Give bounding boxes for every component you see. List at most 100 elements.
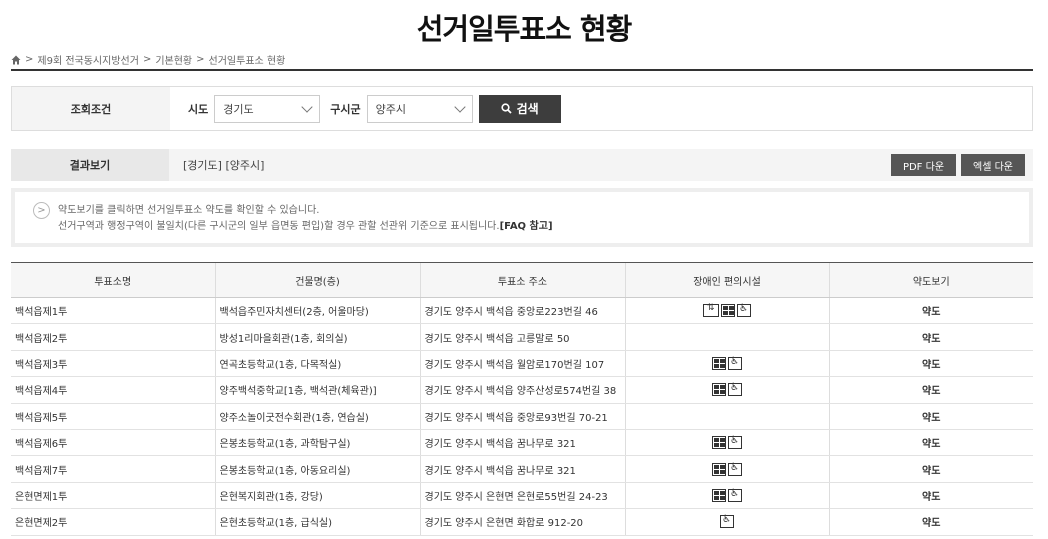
header-facilities: 장애인 편의시설 (624, 262, 829, 298)
facilities-cell (624, 508, 829, 536)
station-name-cell: 백석읍제6투 (11, 429, 215, 457)
search-icon (500, 103, 512, 114)
wheelchair-icon (728, 488, 742, 502)
station-name-cell: 백석읍제7투 (11, 455, 215, 483)
table-header-row: 투표소명 건물명(층) 투표소 주소 장애인 편의시설 약도보기 (11, 262, 1033, 298)
header-station-name: 투표소명 (11, 262, 215, 298)
search-button[interactable]: 검색 (478, 94, 561, 123)
breadcrumb: > 제9회 전국동시지방선거 > 기본현황 > 선거일투표소 현황 (11, 52, 285, 67)
title-divider (11, 69, 1033, 71)
address-cell: 경기도 양주시 백석읍 중앙로223번길 46 (419, 297, 625, 325)
building-cell: 방성1리마을회관(1층, 회의실) (214, 323, 420, 351)
map-link[interactable]: 약도 (828, 323, 1033, 351)
station-name-cell: 백석읍제1투 (11, 297, 215, 325)
polling-station-table: 투표소명 건물명(층) 투표소 주소 장애인 편의시설 약도보기 백석읍제1투 백… (11, 262, 1033, 536)
wheelchair-icon (737, 303, 751, 318)
grid-icon (712, 383, 726, 397)
result-filter-text: [경기도] [양주시] (183, 159, 265, 172)
building-cell: 연곡초등학교(1층, 다목적실) (214, 350, 420, 378)
building-cell: 은현복지회관(1층, 강당) (214, 482, 420, 510)
header-address: 투표소 주소 (419, 262, 625, 298)
elevator-icon (703, 303, 719, 318)
station-name-cell: 백석읍제5투 (11, 403, 215, 430)
sido-label: 시도 (188, 102, 209, 116)
address-cell: 경기도 양주시 백석읍 양주산성로574번길 38 (419, 376, 625, 404)
wheelchair-icon (720, 514, 734, 529)
chevron-down-icon (301, 100, 313, 113)
station-name-cell: 백석읍제4투 (11, 376, 215, 404)
address-cell: 경기도 양주시 백석읍 꿈나무로 321 (419, 455, 625, 483)
pdf-download-button[interactable]: PDF 다운 (890, 154, 957, 176)
header-building: 건물명(층) (214, 262, 420, 298)
station-name-cell: 은현면제1투 (11, 482, 215, 510)
address-cell: 경기도 양주시 백석읍 고릉말로 50 (419, 323, 625, 351)
facilities-cell (624, 297, 829, 325)
table-row: 백석읍제3투 연곡초등학교(1층, 다목적실) 경기도 양주시 백석읍 월암로170… (11, 350, 1033, 378)
notice-line-2: 선거구역과 행정구역이 불일치(다른 구시군의 일부 읍면동 편입)할 경우 관… (58, 221, 500, 232)
map-link[interactable]: 약도 (828, 297, 1033, 325)
grid-icon (712, 436, 726, 450)
table-row: 백석읍제5투 양주소놀이굿전수회관(1층, 연습실) 경기도 양주시 백석읍 중앙로… (11, 403, 1033, 430)
result-label: 결과보기 (11, 149, 169, 181)
breadcrumb-item-basic[interactable]: 기본현황 (155, 52, 192, 67)
wheelchair-icon (728, 356, 742, 370)
table-row: 백석읍제2투 방성1리마을회관(1층, 회의실) 경기도 양주시 백석읍 고릉말로 … (11, 323, 1033, 351)
building-cell: 은봉초등학교(1층, 과학탐구실) (214, 429, 420, 457)
sido-select[interactable]: 경기도 (214, 94, 321, 123)
building-cell: 양주소놀이굿전수회관(1층, 연습실) (214, 403, 420, 430)
address-cell: 경기도 양주시 백석읍 중앙로93번길 70-21 (419, 403, 625, 430)
breadcrumb-separator: > (196, 54, 205, 65)
grid-icon (712, 462, 726, 476)
faq-link[interactable]: [FAQ 참고] (500, 219, 553, 234)
gusigun-select[interactable]: 양주시 (366, 94, 473, 123)
building-cell: 은봉초등학교(1층, 아동요리실) (214, 455, 420, 483)
address-cell: 경기도 양주시 백석읍 꿈나무로 321 (419, 429, 625, 457)
header-map: 약도보기 (828, 262, 1033, 298)
station-name-cell: 백석읍제2투 (11, 323, 215, 351)
notice-line-1: 약도보기를 클릭하면 선거일투표소 약도를 확인할 수 있습니다. (58, 205, 320, 216)
facilities-cell (624, 455, 829, 483)
facilities-cell (624, 350, 829, 378)
result-bar: 결과보기 [경기도] [양주시] PDF 다운 엑셀 다운 (11, 149, 1033, 181)
breadcrumb-item-current[interactable]: 선거일투표소 현황 (209, 52, 286, 67)
table-row: 백석읍제7투 은봉초등학교(1층, 아동요리실) 경기도 양주시 백석읍 꿈나무로 … (11, 455, 1033, 483)
sido-select-value: 경기도 (223, 102, 254, 116)
map-link[interactable]: 약도 (828, 403, 1033, 430)
building-cell: 은현초등학교(1층, 급식실) (214, 508, 420, 536)
grid-icon (712, 488, 726, 502)
facilities-cell (624, 482, 829, 510)
wheelchair-icon (728, 382, 742, 397)
breadcrumb-separator: > (142, 54, 152, 65)
station-name-cell: 백석읍제3투 (11, 350, 215, 378)
gusigun-select-value: 양주시 (375, 102, 406, 116)
page-title: 선거일투표소 현황 (416, 12, 633, 46)
wheelchair-icon (728, 435, 742, 450)
facilities-cell (624, 376, 829, 404)
facilities-cell (624, 429, 829, 457)
table-row: 은현면제1투 은현복지회관(1층, 강당) 경기도 양주시 은현면 은현로55번길 … (11, 482, 1033, 510)
station-name-cell: 은현면제2투 (11, 508, 215, 536)
table-row: 은현면제2투 은현초등학교(1층, 급식실) 경기도 양주시 은현면 화합로 912… (11, 508, 1033, 536)
map-link[interactable]: 약도 (828, 482, 1033, 510)
table-row: 백석읍제4투 양주백석중학교[1층, 백석관(체육관)] 경기도 양주시 백석읍 양… (11, 376, 1033, 404)
map-link[interactable]: 약도 (828, 429, 1033, 457)
facilities-cell (624, 403, 829, 430)
grid-icon (712, 356, 726, 370)
search-button-label: 검색 (516, 102, 539, 116)
map-link[interactable]: 약도 (828, 455, 1033, 483)
wheelchair-icon (728, 462, 742, 476)
map-link[interactable]: 약도 (828, 376, 1033, 404)
table-row: 백석읍제1투 백석읍주민자치센터(2층, 어울마당) 경기도 양주시 백석읍 중앙로… (11, 297, 1033, 325)
address-cell: 경기도 양주시 백석읍 월암로170번길 107 (419, 350, 625, 378)
map-link[interactable]: 약도 (828, 508, 1033, 536)
address-cell: 경기도 양주시 은현면 은현로55번길 24-23 (419, 482, 625, 510)
home-icon[interactable] (11, 55, 21, 65)
map-link[interactable]: 약도 (828, 350, 1033, 378)
breadcrumb-separator: > (25, 54, 34, 65)
breadcrumb-item-election[interactable]: 제9회 전국동시지방선거 (37, 52, 139, 67)
search-condition-label: 조회조건 (12, 87, 170, 130)
building-cell: 양주백석중학교[1층, 백석관(체육관)] (214, 376, 420, 404)
gusigun-label: 구시군 (330, 102, 361, 116)
grid-icon (721, 304, 735, 318)
excel-download-button[interactable]: 엑셀 다운 (961, 154, 1025, 176)
